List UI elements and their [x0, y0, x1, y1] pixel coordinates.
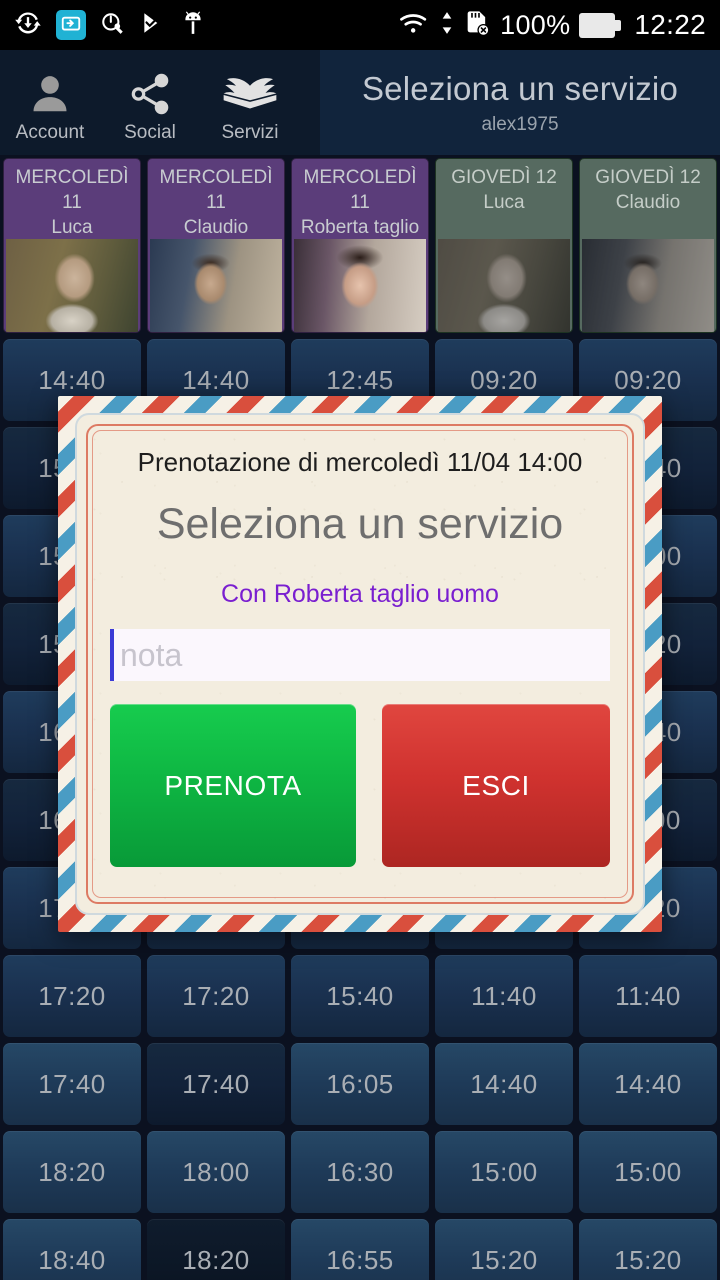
booking-dialog: Prenotazione di mercoledì 11/04 14:00 Se… — [58, 396, 662, 932]
dialog-button-row: PRENOTA ESCI — [110, 704, 610, 867]
note-input[interactable] — [120, 629, 610, 681]
note-field-wrapper[interactable] — [110, 629, 610, 681]
day-name: GIOVEDÌ 12 — [595, 167, 701, 188]
phone-screen: 100% 12:22 Account Social Servizi Selezi… — [0, 0, 720, 1280]
staff-name: Luca — [483, 192, 525, 213]
dialog-inner-panel: Prenotazione di mercoledì 11/04 14:00 Se… — [75, 413, 645, 915]
day-card-label: MERCOLEDÌ 11 Luca — [4, 159, 140, 240]
dialog-title: Seleziona un servizio — [156, 500, 564, 548]
staff-name: Roberta taglio — [300, 217, 420, 238]
day-card-label: GIOVEDÌ 12 Luca — [436, 159, 572, 215]
day-card-label: GIOVEDÌ 12 Claudio — [580, 159, 716, 215]
selected-service-label: Con Roberta taglio uomo — [221, 580, 499, 608]
esci-button[interactable]: ESCI — [382, 704, 610, 867]
day-number: 11 — [350, 192, 370, 213]
day-card-label: MERCOLEDÌ 11 Claudio — [148, 159, 284, 240]
day-name: MERCOLEDÌ — [159, 167, 273, 188]
day-name: MERCOLEDÌ — [15, 167, 129, 188]
day-name: MERCOLEDÌ — [303, 167, 417, 188]
dialog-content: Prenotazione di mercoledì 11/04 14:00 Se… — [86, 424, 634, 904]
prenota-button[interactable]: PRENOTA — [110, 704, 357, 867]
staff-name: Claudio — [183, 217, 249, 238]
booking-datetime-label: Prenotazione di mercoledì 11/04 14:00 — [137, 447, 583, 477]
staff-name: Luca — [51, 217, 93, 238]
day-card-label: MERCOLEDÌ 11 Roberta taglio — [292, 159, 428, 240]
day-name: GIOVEDÌ 12 — [451, 167, 557, 188]
staff-name: Claudio — [615, 192, 681, 213]
day-number: 11 — [62, 192, 82, 213]
day-number: 11 — [206, 192, 226, 213]
